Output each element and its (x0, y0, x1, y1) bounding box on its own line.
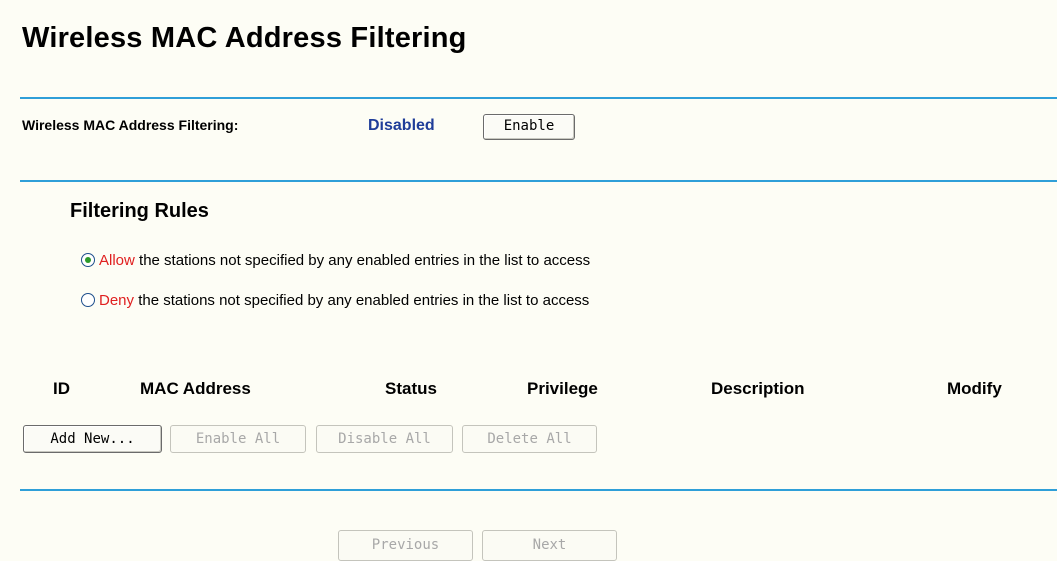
deny-keyword: Deny (99, 291, 135, 309)
enable-button[interactable]: Enable (483, 114, 575, 140)
deny-rule-text: the stations not specified by any enable… (134, 291, 590, 309)
divider (20, 97, 1057, 99)
column-header-id: ID (53, 379, 70, 398)
enable-all-button[interactable]: Enable All (170, 425, 306, 453)
divider (20, 180, 1057, 182)
page-title: Wireless MAC Address Filtering (22, 22, 467, 54)
deny-rule-option[interactable]: Deny the stations not specified by any e… (81, 290, 589, 310)
column-header-modify: Modify (947, 379, 1002, 398)
allow-keyword: Allow (99, 251, 135, 269)
deny-radio[interactable] (81, 293, 95, 307)
filtering-status-label: Wireless MAC Address Filtering: (22, 117, 239, 133)
next-button[interactable]: Next (482, 530, 617, 561)
column-header-mac-address: MAC Address (140, 379, 251, 398)
column-header-privilege: Privilege (527, 379, 598, 398)
allow-rule-text: the stations not specified by any enable… (134, 251, 591, 269)
previous-button[interactable]: Previous (338, 530, 473, 561)
column-header-status: Status (385, 379, 437, 398)
allow-radio[interactable] (81, 253, 95, 267)
add-new-button[interactable]: Add New... (23, 425, 162, 453)
filtering-rules-title: Filtering Rules (70, 200, 209, 222)
delete-all-button[interactable]: Delete All (462, 425, 597, 453)
divider (20, 489, 1057, 491)
column-header-description: Description (711, 379, 805, 398)
allow-rule-option[interactable]: Allow the stations not specified by any … (81, 250, 590, 270)
filtering-status-value: Disabled (368, 117, 435, 134)
disable-all-button[interactable]: Disable All (316, 425, 453, 453)
